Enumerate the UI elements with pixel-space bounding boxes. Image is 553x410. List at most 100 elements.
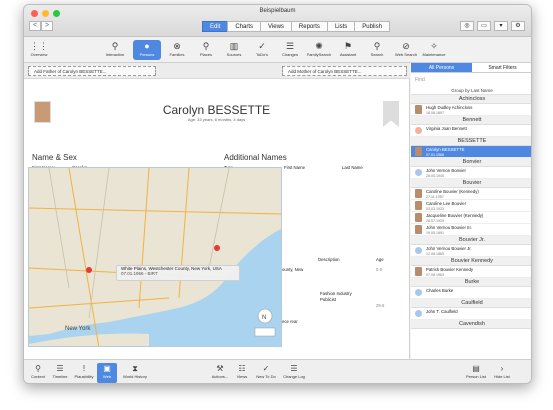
tool-persons[interactable]: ● Persons xyxy=(133,40,161,60)
map-label-new-york: New York xyxy=(65,326,91,332)
families-icon: ⊗ xyxy=(173,41,181,51)
tool-overview[interactable]: ⋮⋮ Overview xyxy=(25,40,53,57)
person-list-item[interactable]: John T. Caulfield xyxy=(411,308,531,320)
tool-places[interactable]: ⚲ Places xyxy=(192,40,220,57)
zoom-controls[interactable] xyxy=(254,327,276,337)
map-pin-2-icon[interactable] xyxy=(214,245,220,251)
person-list-item[interactable]: Jacqueline Bouvier (Kennedy) 28.07.1929 xyxy=(411,212,531,224)
tool-todos[interactable]: ✓ ToDo's xyxy=(248,40,276,57)
segment-reports[interactable]: Reports xyxy=(290,21,328,32)
bottom-views[interactable]: ☷ Views xyxy=(230,363,254,379)
person-list-item[interactable]: Caroline Lee Bouvier 03.03.1933 xyxy=(411,200,531,212)
map-view[interactable]: New York Stamford N xyxy=(28,167,282,347)
tool-familysearch[interactable]: ✺ FamilySearch xyxy=(305,40,333,57)
grid-icon: ⋮⋮ xyxy=(30,41,48,51)
tool-search[interactable]: ⚲ Search xyxy=(363,40,391,57)
person-date: 27.11.1957 xyxy=(426,194,444,199)
person-name: Caroline Bouvier (Kennedy) xyxy=(426,189,479,194)
person-photo-thumb xyxy=(415,105,422,114)
todo-icon: ✓ xyxy=(262,364,270,373)
person-list-item[interactable]: Virginia Joan Bennett xyxy=(411,125,531,137)
bottom-timeline[interactable]: ☰ Timeline xyxy=(48,363,72,379)
group-header: Achincloss xyxy=(411,95,531,104)
bottom-hide-list[interactable]: › Hide List xyxy=(490,363,514,379)
segment-views[interactable]: Views xyxy=(260,21,292,32)
col-first-name: First Name xyxy=(284,165,306,170)
parents-bar: Add Father of Carolyn BESSETTE... Add Mo… xyxy=(24,63,410,79)
segment-edit[interactable]: Edit xyxy=(202,21,229,32)
segment-lists[interactable]: Lists xyxy=(326,21,356,32)
person-dot-icon xyxy=(415,247,422,254)
bottom-context[interactable]: ⚲ Context xyxy=(26,363,50,379)
sync-icon[interactable]: ◎ xyxy=(460,21,474,31)
hammer-icon: ⚒ xyxy=(216,364,224,373)
bottom-new-todo[interactable]: ✓ New To Do xyxy=(254,363,278,379)
col-age: Age xyxy=(376,257,384,262)
forward-button[interactable]: > xyxy=(41,21,53,31)
bottom-actions[interactable]: ⚒ Actions... xyxy=(208,363,232,379)
person-sidebar: All Persons Smart Filters Find Group by … xyxy=(411,63,531,359)
tool-families[interactable]: ⊗ Families xyxy=(163,40,191,57)
tool-interactive[interactable]: ⚲ Interactive xyxy=(101,40,129,57)
person-list-item[interactable]: Hugh Dudley Achincloss 18.08.1897 xyxy=(411,104,531,116)
tool-maintenance[interactable]: ✧ Maintenance xyxy=(420,40,448,57)
tab-smart-filters[interactable]: Smart Filters xyxy=(472,63,531,72)
tool-changes[interactable]: ☰ Changes xyxy=(276,40,304,57)
bottom-web[interactable]: ▣ Web xyxy=(97,363,117,383)
person-name: Charles Burke xyxy=(426,288,454,293)
event-age: 0.0 xyxy=(376,267,382,272)
person-list-item[interactable]: Carolyn BESSETTE 07.01.1966 xyxy=(411,146,531,158)
group-by-select[interactable]: Group by Last Name xyxy=(411,87,531,95)
person-photo-thumb xyxy=(415,147,422,156)
back-button[interactable]: < xyxy=(29,21,41,31)
person-name: Jacqueline Bouvier (Kennedy) xyxy=(426,213,484,218)
tab-all-persons[interactable]: All Persons xyxy=(411,63,472,72)
person-name: John Vernou Bouvier III. xyxy=(426,225,472,230)
add-father-button[interactable]: Add Father of Carolyn BESSETTE... xyxy=(28,66,156,76)
person-photo-thumb xyxy=(415,201,422,210)
search-icon: ⚲ xyxy=(373,41,381,51)
bottom-change-log[interactable]: ☰ Change Log xyxy=(282,363,306,379)
tool-sources[interactable]: ▥ Sources xyxy=(220,40,248,57)
person-list-item[interactable]: John Vernou Bouvier Jr. 12.08.1865 xyxy=(411,245,531,257)
person-list-item[interactable]: Patrick Bouvier Kennedy 07.08.1963 xyxy=(411,266,531,278)
person-list-item[interactable]: Charles Burke xyxy=(411,287,531,299)
person-name: Virginia Joan Bennett xyxy=(426,126,467,131)
web-icon: ▣ xyxy=(103,364,111,373)
compass-label: N xyxy=(262,315,266,321)
person-list-item[interactable]: Caroline Bouvier (Kennedy) 27.11.1957 xyxy=(411,188,531,200)
tool-assistant[interactable]: ⚑ Assistant xyxy=(334,40,362,57)
add-mother-button[interactable]: Add Mother of Carolyn BESSETTE... xyxy=(282,66,407,76)
bottom-person-list[interactable]: ▤ Person List xyxy=(464,363,488,379)
bottom-plausibility[interactable]: ! Plausibility xyxy=(72,363,96,379)
segment-charts[interactable]: Charts xyxy=(227,21,262,32)
map-pin-icon[interactable] xyxy=(86,267,92,273)
person-list-item[interactable]: John Vernou Bouvier III. 19.05.1891 xyxy=(411,224,531,236)
person-list-item[interactable]: John Vernon Bonvier 28.05.1945 xyxy=(411,167,531,179)
tool-web-search[interactable]: ⊘ Web Search xyxy=(392,40,420,57)
timeline-icon: ☰ xyxy=(56,364,64,373)
checkmark-icon: ✓ xyxy=(258,41,266,51)
sidebar-toggle-icon[interactable]: ▭ xyxy=(477,21,491,31)
map-callout: White Plains, Westchester County, New Yo… xyxy=(116,265,240,281)
person-name: Carolyn BESSETTE xyxy=(426,147,465,152)
mode-segments: Edit Charts Views Reports Lists Publish xyxy=(202,21,390,32)
event-place-2: ece rear xyxy=(282,319,298,324)
map-date: 07.01.1966 - BIRT xyxy=(121,271,158,276)
sidebar-search-input[interactable]: Find xyxy=(415,75,529,85)
person-date: 03.03.1933 xyxy=(426,206,444,211)
hourglass-icon: ⧗ xyxy=(132,364,138,373)
group-header: BESSETTE xyxy=(411,137,531,146)
event-age-2: 29.6 xyxy=(376,303,385,308)
tools-icon[interactable]: ⚙ xyxy=(511,21,525,31)
bottom-world-history[interactable]: ⧗ World History xyxy=(120,363,150,379)
segment-publish[interactable]: Publish xyxy=(354,21,390,32)
person-name: Hugh Dudley Achincloss xyxy=(426,105,473,110)
group-header: Caulfield xyxy=(411,299,531,308)
group-header: Bonvier xyxy=(411,158,531,167)
bookmark-ribbon-icon[interactable] xyxy=(383,101,399,127)
person-name: Patrick Bouvier Kennedy xyxy=(426,267,474,272)
person-dot-icon xyxy=(415,310,422,317)
person-date: 28.07.1929 xyxy=(426,218,444,223)
bookmark-icon[interactable]: ▾ xyxy=(494,21,508,31)
